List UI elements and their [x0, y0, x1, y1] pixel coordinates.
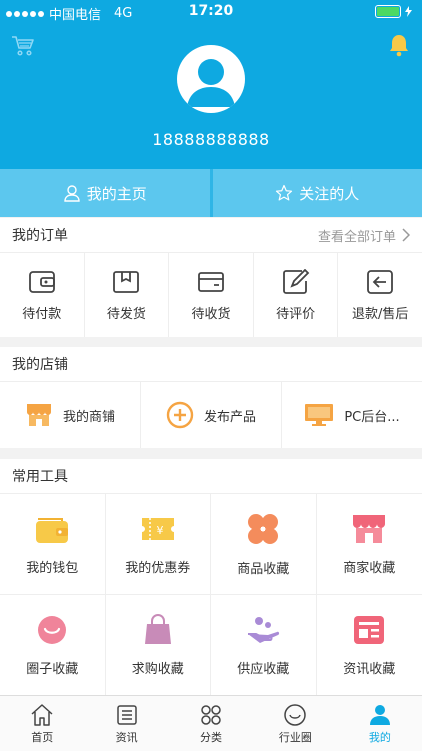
order-refund-aftersale[interactable]: 退款/售后 — [338, 253, 422, 337]
tab-category-label: 分类 — [200, 729, 222, 745]
store-row: 我的商铺 发布产品 PC后台... — [0, 381, 422, 448]
bottom-tab-bar: 首页 资讯 分类 行业圈 我的 — [0, 695, 422, 751]
tool-merchant-favorites-label: 商家收藏 — [343, 557, 395, 576]
cart-icon[interactable] — [11, 35, 35, 61]
battery-icon — [375, 5, 401, 18]
profile-header: 18888888888 — [0, 0, 422, 169]
clock: 17:20 — [0, 3, 422, 19]
battery-info — [375, 5, 412, 18]
pc-backend-label: PC后台... — [344, 406, 399, 425]
my-shop-label: 我的商铺 — [63, 406, 115, 425]
view-all-orders-label: 查看全部订单 — [318, 226, 396, 245]
status-bar: 中国电信 4G 17:20 — [0, 0, 422, 24]
star-icon — [275, 184, 293, 202]
card-icon — [197, 269, 225, 295]
tab-my-homepage-label: 我的主页 — [87, 183, 147, 204]
order-refund-aftersale-label: 退款/售后 — [352, 303, 408, 322]
tab-mine[interactable]: 我的 — [338, 696, 422, 751]
wallet-icon — [34, 513, 70, 545]
order-pending-payment-label: 待付款 — [22, 303, 61, 322]
my-shop-button[interactable]: 我的商铺 — [0, 382, 141, 448]
tab-mine-label: 我的 — [369, 729, 391, 745]
tool-circle-favorites-label: 圈子收藏 — [26, 658, 78, 677]
box-icon — [112, 269, 140, 295]
tool-purchase-favorites-label: 求购收藏 — [132, 658, 184, 677]
tools-header: 常用工具 — [0, 459, 422, 493]
tool-my-coupons-label: 我的优惠券 — [125, 557, 190, 576]
order-pending-shipment-label: 待发货 — [107, 303, 146, 322]
tab-my-homepage[interactable]: 我的主页 — [0, 169, 210, 217]
tab-home-label: 首页 — [31, 729, 53, 745]
return-icon — [366, 269, 394, 295]
svg-text:¥: ¥ — [156, 524, 163, 537]
smile-icon — [36, 614, 68, 646]
tab-news-label: 资讯 — [116, 729, 138, 745]
tab-category[interactable]: 分类 — [169, 696, 253, 751]
tool-purchase-favorites[interactable]: 求购收藏 — [106, 595, 212, 696]
publish-product-button[interactable]: 发布产品 — [141, 382, 282, 448]
avatar[interactable] — [177, 45, 245, 113]
user-phone: 18888888888 — [0, 130, 422, 149]
orders-title: 我的订单 — [12, 225, 68, 245]
chevron-right-icon — [402, 228, 410, 242]
category-icon — [199, 703, 223, 727]
store-header: 我的店铺 — [0, 347, 422, 381]
shop-icon — [351, 513, 387, 545]
circle-icon — [283, 703, 307, 727]
bag-icon — [143, 614, 173, 646]
tool-circle-favorites[interactable]: 圈子收藏 — [0, 595, 106, 696]
order-status-row: 待付款 待发货 待收货 待评价 退款/售后 — [0, 252, 422, 337]
tools-title: 常用工具 — [12, 466, 68, 486]
edit-icon — [282, 269, 310, 295]
orders-header: 我的订单 查看全部订单 — [0, 218, 422, 252]
store-title: 我的店铺 — [12, 354, 68, 374]
tool-my-wallet-label: 我的钱包 — [26, 557, 78, 576]
tool-news-favorites[interactable]: 资讯收藏 — [317, 595, 422, 696]
wallet-icon — [28, 269, 56, 295]
order-pending-review[interactable]: 待评价 — [254, 253, 339, 337]
tab-industry-circle[interactable]: 行业圈 — [253, 696, 337, 751]
pc-backend-button[interactable]: PC后台... — [282, 382, 422, 448]
tool-product-favorites[interactable]: 商品收藏 — [211, 494, 317, 595]
user-icon — [63, 184, 81, 202]
tool-product-favorites-label: 商品收藏 — [237, 558, 289, 577]
tool-my-coupons[interactable]: ¥ 我的优惠券 — [106, 494, 212, 595]
news-icon — [115, 703, 139, 727]
tab-home[interactable]: 首页 — [0, 696, 84, 751]
tool-news-favorites-label: 资讯收藏 — [343, 658, 395, 677]
order-pending-payment[interactable]: 待付款 — [0, 253, 85, 337]
charging-icon — [405, 6, 412, 17]
tool-merchant-favorites[interactable]: 商家收藏 — [317, 494, 422, 595]
order-pending-shipment[interactable]: 待发货 — [85, 253, 170, 337]
news-icon — [352, 614, 386, 646]
tool-supply-favorites[interactable]: 供应收藏 — [211, 595, 317, 696]
tab-news[interactable]: 资讯 — [84, 696, 168, 751]
tools-grid: 我的钱包 ¥ 我的优惠券 商品收藏 商家收藏 圈子收藏 求购收藏 供应收藏 资讯… — [0, 493, 422, 696]
order-pending-receipt[interactable]: 待收货 — [169, 253, 254, 337]
shop-icon — [25, 402, 53, 428]
clover-icon — [246, 512, 280, 546]
view-all-orders-link[interactable]: 查看全部订单 — [318, 226, 410, 245]
publish-product-label: 发布产品 — [204, 406, 256, 425]
coupon-icon: ¥ — [140, 513, 176, 545]
monitor-icon — [304, 402, 334, 428]
hand-icon — [246, 614, 280, 646]
tool-supply-favorites-label: 供应收藏 — [237, 658, 289, 677]
bell-icon[interactable] — [387, 33, 411, 61]
tab-following[interactable]: 关注的人 — [213, 169, 422, 217]
tab-following-label: 关注的人 — [299, 183, 359, 204]
order-pending-receipt-label: 待收货 — [191, 303, 230, 322]
profile-tabs: 我的主页 关注的人 — [0, 169, 422, 217]
plus-circle-icon — [166, 401, 194, 429]
person-icon — [368, 703, 392, 727]
order-pending-review-label: 待评价 — [276, 303, 315, 322]
home-icon — [30, 703, 54, 727]
tool-my-wallet[interactable]: 我的钱包 — [0, 494, 106, 595]
tab-industry-circle-label: 行业圈 — [279, 729, 312, 745]
